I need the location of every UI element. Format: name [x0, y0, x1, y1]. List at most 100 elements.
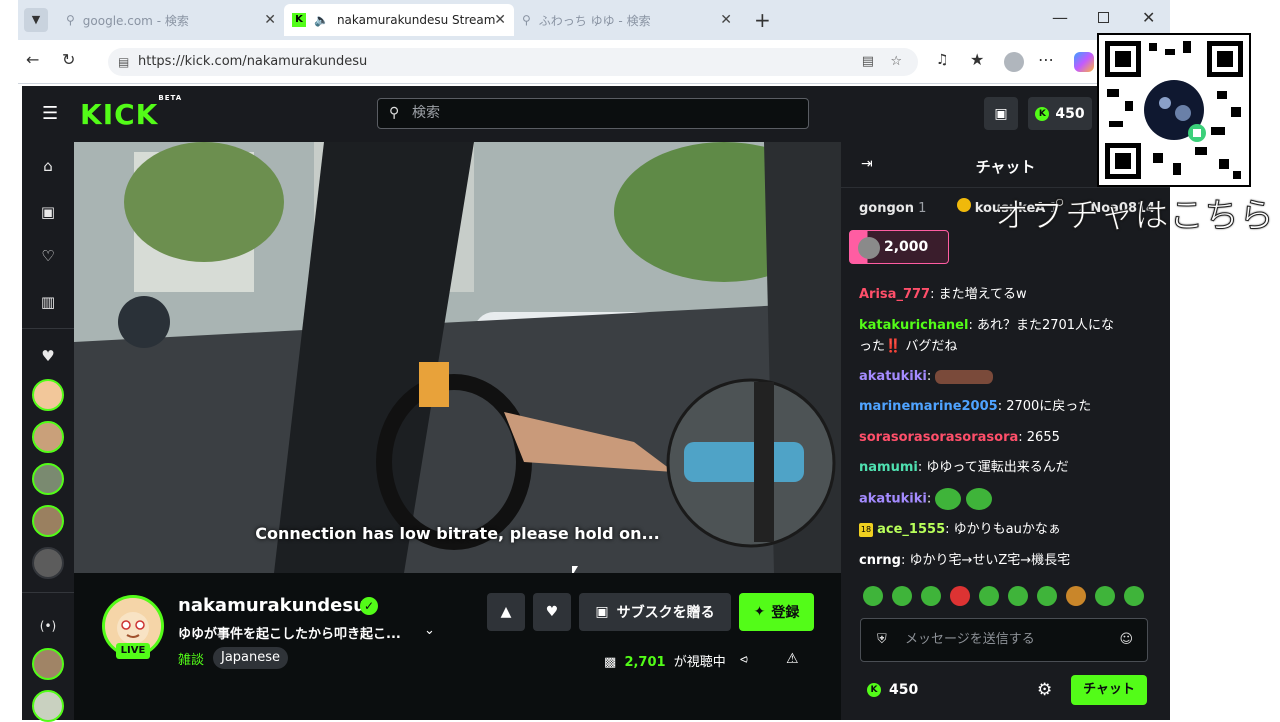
media-control-icon[interactable]: ♫: [936, 52, 949, 68]
close-icon[interactable]: ✕: [494, 12, 506, 28]
tab-google-search[interactable]: ⚲ google.com - 検索 ✕: [58, 6, 284, 34]
chat-message: Arisa_777: また増えてるw: [859, 287, 1027, 302]
browser-tab-bar: ▼ ⚲ google.com - 検索 ✕ K 🔈 nakamurakundes…: [18, 0, 1170, 40]
follow-heart-button[interactable]: ♥: [533, 593, 571, 631]
emote-button[interactable]: [1066, 586, 1086, 606]
window-close-button[interactable]: ✕: [1142, 8, 1155, 27]
report-icon[interactable]: ⚠: [786, 651, 799, 667]
video-frame-image: [74, 142, 841, 573]
stream-title: ゆゆが事件を起こしたから叩き起こ...: [178, 627, 401, 642]
chat-message-input[interactable]: ⛨ メッセージを送信する ☺: [860, 618, 1148, 662]
tab-actions-button[interactable]: ▼: [24, 8, 48, 32]
kicks-gift-pill[interactable]: 2,000: [849, 230, 949, 264]
share-icon[interactable]: ⪦: [740, 651, 748, 667]
back-arrow-icon[interactable]: ←: [26, 50, 39, 69]
live-badge: LIVE: [116, 643, 150, 659]
recommended-channel-avatar[interactable]: [32, 648, 64, 680]
gift-box-button[interactable]: ▣: [984, 97, 1018, 130]
recommended-live-icon[interactable]: (•): [38, 616, 58, 636]
emote-button[interactable]: [1037, 586, 1057, 606]
language-tag[interactable]: Japanese: [213, 647, 289, 669]
favorite-star-icon[interactable]: ☆: [890, 48, 902, 76]
browse-icon[interactable]: ▣: [38, 202, 58, 222]
search-input[interactable]: ⚲ 検索: [377, 98, 809, 129]
chat-input-placeholder: メッセージを送信する: [905, 632, 1035, 647]
emote-button[interactable]: [863, 586, 883, 606]
profile-avatar[interactable]: [1004, 52, 1024, 72]
chat-message: 18 ace_1555: ゆかりもauかなぁ: [859, 522, 1061, 537]
kick-logo[interactable]: KICKBETA: [80, 94, 182, 131]
followed-channel-avatar[interactable]: [32, 547, 64, 579]
chat-username[interactable]: akatukiki: [859, 492, 927, 507]
more-menu-icon[interactable]: ⋯: [1038, 50, 1054, 69]
category-link[interactable]: 雑談: [178, 649, 204, 668]
bell-icon: ▲: [500, 604, 512, 620]
chat-username[interactable]: sorasorasorasorasora: [859, 430, 1018, 445]
tab-kick-stream[interactable]: K 🔈 nakamurakundesu Stream - W ✕: [284, 4, 514, 36]
chat-username[interactable]: namumi: [859, 460, 918, 475]
settings-gear-icon[interactable]: ⚙: [1037, 680, 1052, 700]
overlay-caption: オプチャはこちら: [995, 196, 1275, 237]
chat-kicks-balance[interactable]: 450: [889, 682, 918, 698]
beta-label: BETA: [158, 93, 183, 102]
emote-button[interactable]: [1008, 586, 1028, 606]
favorites-icon[interactable]: ★: [970, 50, 984, 69]
emoji-icon[interactable]: ☺: [1119, 619, 1133, 661]
leaderboard-icon[interactable]: ▥: [38, 292, 58, 312]
chat-message: cnrng: ゆかり宅→せいZ宅→機長宅: [859, 553, 1071, 568]
browser-address-bar: ← ↻ ▤ https://kick.com/nakamurakundesu ▤…: [18, 40, 1170, 84]
chevron-down-icon[interactable]: ⌄: [424, 623, 435, 638]
heart-icon[interactable]: ♡: [38, 246, 58, 266]
video-status-message: Connection has low bitrate, please hold …: [255, 524, 660, 543]
followed-channel-avatar[interactable]: [32, 463, 64, 495]
emote-button[interactable]: [1124, 586, 1144, 606]
chat-username[interactable]: akatukiki: [859, 369, 927, 384]
pepe-emote: [965, 488, 992, 510]
chat-username[interactable]: cnrng: [859, 553, 901, 568]
following-heart-icon[interactable]: ♥: [38, 346, 58, 366]
emote-button[interactable]: [921, 586, 941, 606]
followed-channel-avatar[interactable]: [32, 379, 64, 411]
channel-name[interactable]: nakamurakundesu: [178, 595, 366, 616]
video-player[interactable]: Connection has low bitrate, please hold …: [74, 142, 841, 573]
minimize-button[interactable]: —: [1052, 8, 1068, 27]
chat-username[interactable]: Arisa_777: [859, 287, 930, 302]
gift-icon: ▣: [595, 604, 609, 620]
emote-button[interactable]: [892, 586, 912, 606]
new-tab-button[interactable]: +: [754, 8, 771, 32]
chat-username[interactable]: ace_1555: [877, 522, 945, 537]
pepe-emote: [935, 488, 962, 510]
hamburger-menu-icon[interactable]: ☰: [42, 103, 58, 124]
close-icon[interactable]: ✕: [264, 12, 276, 28]
maximize-button[interactable]: [1098, 12, 1109, 23]
copilot-icon[interactable]: [1074, 52, 1094, 72]
recommended-channel-avatar[interactable]: [32, 690, 64, 722]
tab-fuwacchi-search[interactable]: ⚲ ふわっち ゆゆ - 検索 ✕: [514, 6, 740, 34]
gift-subscription-button[interactable]: ▣ サブスクを贈る: [579, 593, 731, 631]
leader-name[interactable]: gongon: [859, 201, 914, 216]
chat-message: sorasorasorasorasora: 2655: [859, 430, 1060, 445]
followed-channel-avatar[interactable]: [32, 505, 64, 537]
url-field[interactable]: ▤ https://kick.com/nakamurakundesu ▤ ☆: [108, 48, 918, 76]
tab-label: google.com - 検索: [82, 13, 189, 28]
reader-mode-icon[interactable]: ▤: [862, 48, 874, 76]
emote-button[interactable]: [979, 586, 999, 606]
followed-channel-avatar[interactable]: [32, 421, 64, 453]
chat-username[interactable]: marinemarine2005: [859, 399, 998, 414]
chat-send-button[interactable]: チャット: [1071, 675, 1147, 705]
home-icon[interactable]: ⌂: [38, 156, 58, 176]
kicks-coin-icon: K: [867, 683, 881, 697]
chat-username[interactable]: katakurichanel: [859, 318, 968, 333]
emote-button[interactable]: [1095, 586, 1115, 606]
kicks-balance-button[interactable]: K 450: [1028, 97, 1092, 130]
logo-text: KICK: [80, 98, 159, 131]
kicks-gift-amount: 2,000: [884, 239, 929, 255]
close-icon[interactable]: ✕: [720, 12, 732, 28]
kick-page: ☰ KICKBETA ⚲ 検索 ▣ K 450 ⌂ ▣ ♡ ▥ ♥ (•) Co…: [22, 86, 1170, 722]
emote-button[interactable]: [950, 586, 970, 606]
notification-bell-button[interactable]: ▲: [487, 593, 525, 631]
gift-icon: ▣: [994, 105, 1008, 122]
reload-icon[interactable]: ↻: [62, 50, 75, 69]
subscribe-button[interactable]: ✦ 登録: [739, 593, 814, 631]
chat-message: marinemarine2005: 2700に戻った: [859, 399, 1092, 414]
